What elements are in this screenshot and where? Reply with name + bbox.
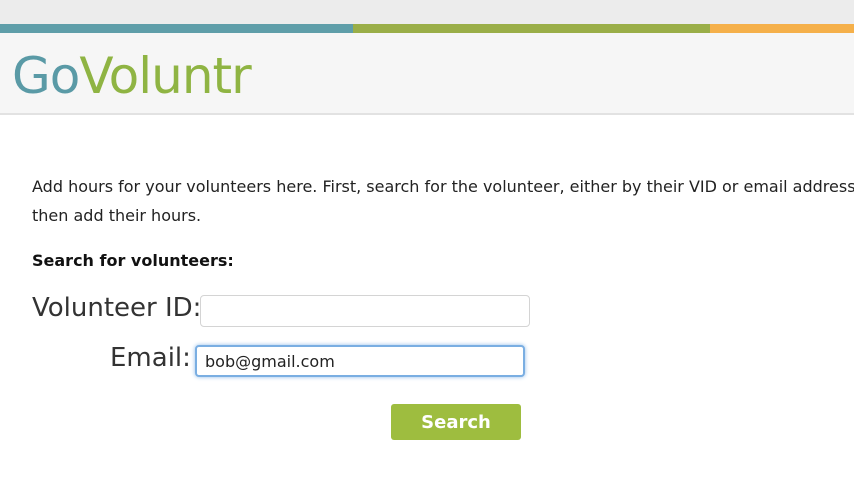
color-bar-segment-teal — [0, 24, 353, 33]
color-bar-segment-orange — [710, 24, 854, 33]
intro-paragraph: Add hours for your volunteers here. Firs… — [32, 177, 854, 225]
volunteer-id-label: Volunteer ID: — [32, 293, 202, 323]
logo-text-go: Go — [12, 47, 80, 105]
brand-color-bar — [0, 24, 854, 33]
color-bar-segment-green — [353, 24, 710, 33]
section-title: Search for volunteers: — [32, 251, 234, 270]
browser-top-strip — [0, 0, 854, 24]
search-button[interactable]: Search — [391, 404, 521, 440]
email-input[interactable] — [195, 345, 525, 377]
govoluntr-logo[interactable]: GoVoluntr — [12, 41, 252, 111]
volunteer-id-input[interactable] — [200, 295, 530, 327]
email-label: Email: — [110, 343, 191, 373]
site-header: GoVoluntr — [0, 33, 854, 115]
logo-text-voluntr: Voluntr — [79, 47, 251, 105]
